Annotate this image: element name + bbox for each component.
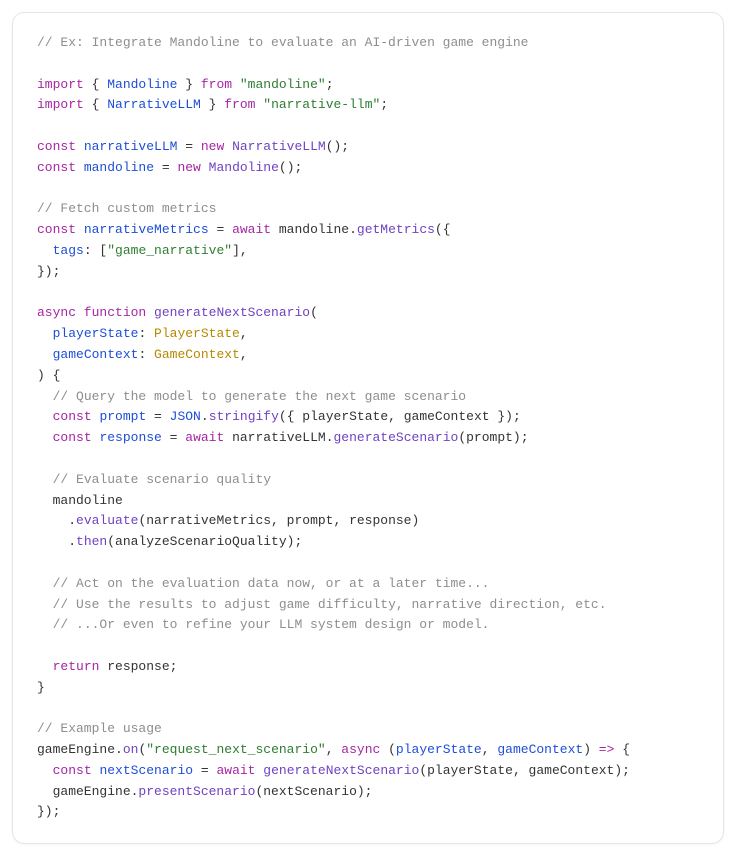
code-block: // Ex: Integrate Mandoline to evaluate a…: [12, 12, 724, 844]
code-token-keyword: new: [201, 139, 224, 154]
code-token-keyword: from: [224, 97, 255, 112]
code-token-keyword: await: [232, 222, 271, 237]
code-token-keyword: =>: [599, 742, 615, 757]
code-token-plain: ,: [326, 742, 342, 757]
code-token-keyword: import: [37, 77, 84, 92]
code-token-string: "narrative-llm": [263, 97, 380, 112]
code-token-plain: ;: [380, 97, 388, 112]
code-token-ident: mandoline: [84, 160, 154, 175]
code-token-type: PlayerState: [154, 326, 240, 341]
code-token-keyword: async function: [37, 305, 146, 320]
code-token-plain: (: [380, 742, 396, 757]
code-token-ident: nextScenario: [99, 763, 193, 778]
code-token-plain: ();: [326, 139, 349, 154]
code-token-ident: narrativeLLM: [84, 139, 178, 154]
code-token-plain: [76, 139, 84, 154]
code-token-plain: :: [138, 326, 154, 341]
code-token-keyword: import: [37, 97, 84, 112]
code-token-plain: [37, 659, 53, 674]
code-token-keyword: const: [37, 222, 76, 237]
code-token-ident: prompt: [99, 409, 146, 424]
code-token-plain: [146, 305, 154, 320]
code-token-comment: // ...Or even to refine your LLM system …: [53, 617, 490, 632]
code-token-plain: {: [84, 77, 107, 92]
code-token-plain: =: [162, 430, 185, 445]
code-token-ident: playerState: [396, 742, 482, 757]
code-token-comment: // Act on the evaluation data now, or at…: [53, 576, 490, 591]
code-token-keyword: const: [37, 139, 76, 154]
code-token-plain: [232, 77, 240, 92]
code-token-type: GameContext: [154, 347, 240, 362]
code-token-keyword: const: [37, 160, 76, 175]
code-token-plain: [201, 160, 209, 175]
code-token-ident: response: [99, 430, 161, 445]
code-token-plain: }: [177, 77, 200, 92]
code-token-ident: JSON: [170, 409, 201, 424]
code-token-plain: gameEngine.: [37, 742, 123, 757]
code-token-comment: // Ex: Integrate Mandoline to evaluate a…: [37, 35, 528, 50]
code-content: // Ex: Integrate Mandoline to evaluate a…: [37, 35, 630, 819]
code-token-plain: ): [583, 742, 599, 757]
code-token-ident: Mandoline: [107, 77, 177, 92]
code-token-comment: // Example usage: [37, 721, 162, 736]
code-token-func: then: [76, 534, 107, 549]
code-token-func: evaluate: [76, 513, 138, 528]
code-token-plain: ();: [279, 160, 302, 175]
code-token-func: generateScenario: [334, 430, 459, 445]
code-token-string: "mandoline": [240, 77, 326, 92]
code-token-func: Mandoline: [209, 160, 279, 175]
code-token-plain: mandoline.: [271, 222, 357, 237]
code-token-plain: ;: [326, 77, 334, 92]
code-token-plain: =: [193, 763, 216, 778]
code-token-func: getMetrics: [357, 222, 435, 237]
code-token-ident: gameContext: [53, 347, 139, 362]
code-token-string: "request_next_scenario": [146, 742, 325, 757]
code-token-plain: ,: [482, 742, 498, 757]
code-token-comment: // Query the model to generate the next …: [53, 389, 466, 404]
code-token-plain: =: [209, 222, 232, 237]
code-token-plain: }: [201, 97, 224, 112]
code-token-plain: : [: [84, 243, 107, 258]
code-token-plain: [76, 160, 84, 175]
code-token-keyword: from: [201, 77, 232, 92]
code-token-func: stringify: [209, 409, 279, 424]
code-token-keyword: async: [341, 742, 380, 757]
code-token-keyword: const: [53, 409, 92, 424]
code-token-string: "game_narrative": [107, 243, 232, 258]
code-token-ident: NarrativeLLM: [107, 97, 201, 112]
code-token-comment: // Fetch custom metrics: [37, 201, 216, 216]
code-token-plain: =: [154, 160, 177, 175]
code-token-comment: // Use the results to adjust game diffic…: [53, 597, 607, 612]
code-token-plain: [224, 139, 232, 154]
code-token-plain: [37, 409, 53, 424]
code-token-func: generateNextScenario: [154, 305, 310, 320]
code-token-ident: gameContext: [497, 742, 583, 757]
code-token-ident: tags: [53, 243, 84, 258]
code-token-func: generateNextScenario: [263, 763, 419, 778]
code-token-plain: [37, 617, 53, 632]
code-token-plain: [76, 222, 84, 237]
code-token-keyword: new: [177, 160, 200, 175]
code-token-plain: =: [177, 139, 200, 154]
code-token-keyword: const: [53, 763, 92, 778]
code-token-plain: narrativeLLM.: [224, 430, 333, 445]
code-token-func: NarrativeLLM: [232, 139, 326, 154]
code-token-ident: playerState: [53, 326, 139, 341]
code-token-plain: {: [84, 97, 107, 112]
code-token-plain: =: [146, 409, 169, 424]
code-token-keyword: return: [53, 659, 100, 674]
code-token-comment: // Evaluate scenario quality: [53, 472, 271, 487]
code-token-plain: .: [201, 409, 209, 424]
code-token-keyword: await: [216, 763, 255, 778]
code-token-keyword: const: [53, 430, 92, 445]
code-token-plain: :: [138, 347, 154, 362]
code-token-func: presentScenario: [138, 784, 255, 799]
code-token-plain: [37, 597, 53, 612]
code-token-keyword: await: [185, 430, 224, 445]
code-token-func: on: [123, 742, 139, 757]
code-token-ident: narrativeMetrics: [84, 222, 209, 237]
